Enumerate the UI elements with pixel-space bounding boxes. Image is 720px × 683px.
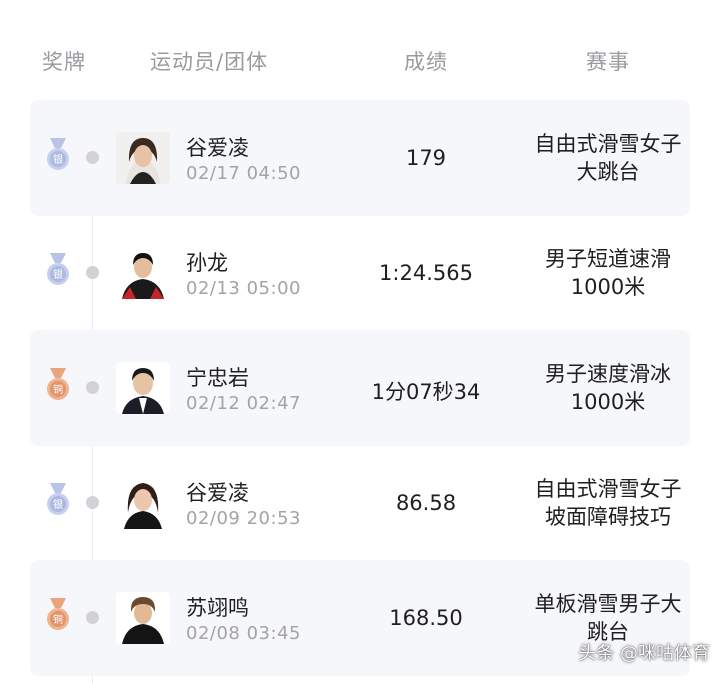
svg-text:银: 银 (53, 153, 63, 166)
score: 1分07秒34 (371, 380, 481, 404)
avatar (116, 592, 170, 644)
silver-medal-icon: 银 (47, 253, 69, 285)
score: 179 (405, 146, 447, 170)
event-name: 单板滑雪男子大 跳台 (534, 592, 682, 644)
timeline-dot (86, 611, 99, 624)
header-athlete: 运动员/团体 (150, 50, 269, 74)
athlete-name: 谷爱凌 (186, 136, 249, 160)
score: 168.50 (389, 606, 463, 630)
medal-date: 02/17 04:50 (186, 163, 301, 184)
header-medal: 奖牌 (42, 50, 86, 74)
bronze-medal-icon: 铜 (47, 368, 69, 400)
avatar (116, 132, 170, 184)
medal-date: 02/08 03:45 (186, 623, 301, 644)
medal-row[interactable]: 银 谷爱凌 02/17 04:50 179 自由式滑雪女子 大跳台 (30, 100, 690, 216)
svg-text:银: 银 (53, 498, 63, 511)
score: 1:24.565 (379, 261, 473, 285)
avatar (116, 362, 170, 414)
athlete-name: 苏翊鸣 (186, 596, 249, 620)
timeline-dot (86, 496, 99, 509)
table-header: 奖牌 运动员/团体 成绩 赛事 (0, 0, 720, 100)
medal-row[interactable]: 铜 宁忠岩 02/12 02:47 1分07秒34 男子速度滑冰 1000米 (30, 330, 690, 446)
athlete-name: 孙龙 (186, 251, 228, 275)
timeline-dot (86, 266, 99, 279)
medal-row[interactable]: 银 谷爱凌 02/09 20:53 86.58 自由式滑雪女子 坡面障碍技巧 (30, 445, 690, 561)
timeline-dot (86, 151, 99, 164)
athlete-name: 谷爱凌 (186, 481, 249, 505)
athlete-name: 宁忠岩 (186, 366, 249, 390)
medal-date: 02/12 02:47 (186, 393, 301, 414)
svg-text:银: 银 (53, 268, 63, 281)
medal-date: 02/09 20:53 (186, 508, 301, 529)
medal-date: 02/13 05:00 (186, 278, 301, 299)
bronze-medal-icon: 铜 (47, 598, 69, 630)
svg-text:铜: 铜 (53, 614, 63, 626)
timeline-dot (86, 381, 99, 394)
avatar (116, 247, 170, 299)
silver-medal-icon: 银 (47, 483, 69, 515)
medal-row[interactable]: 银 孙龙 02/13 05:00 1:24.565 男子短道速滑 1000米 (30, 215, 690, 331)
watermark: 头条 @咪咕体育 (578, 643, 710, 664)
header-event: 赛事 (586, 50, 630, 74)
header-score: 成绩 (404, 50, 448, 74)
svg-text:铜: 铜 (53, 384, 63, 396)
event-name: 自由式滑雪女子 坡面障碍技巧 (534, 477, 682, 529)
silver-medal-icon: 银 (47, 138, 69, 170)
avatar (116, 477, 170, 529)
score: 86.58 (395, 491, 457, 515)
event-name: 男子速度滑冰 1000米 (545, 362, 671, 414)
event-name: 自由式滑雪女子 大跳台 (534, 132, 682, 184)
event-name: 男子短道速滑 1000米 (545, 247, 671, 299)
